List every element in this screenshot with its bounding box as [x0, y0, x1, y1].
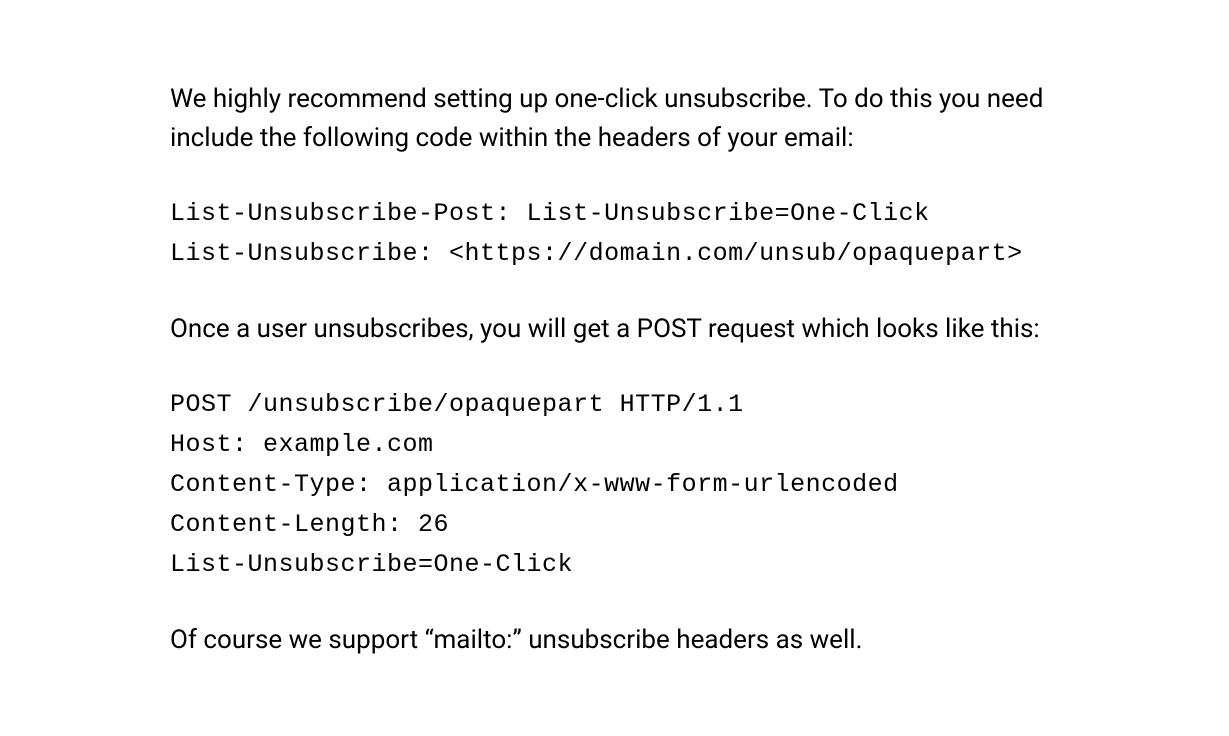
- email-headers-code: List-Unsubscribe-Post: List-Unsubscribe=…: [170, 194, 1059, 274]
- post-request-code: POST /unsubscribe/opaquepart HTTP/1.1 Ho…: [170, 385, 1059, 585]
- after-headers-paragraph: Once a user unsubscribes, you will get a…: [170, 310, 1059, 349]
- intro-paragraph: We highly recommend setting up one-click…: [170, 80, 1059, 158]
- closing-paragraph: Of course we support “mailto:” unsubscri…: [170, 621, 1059, 660]
